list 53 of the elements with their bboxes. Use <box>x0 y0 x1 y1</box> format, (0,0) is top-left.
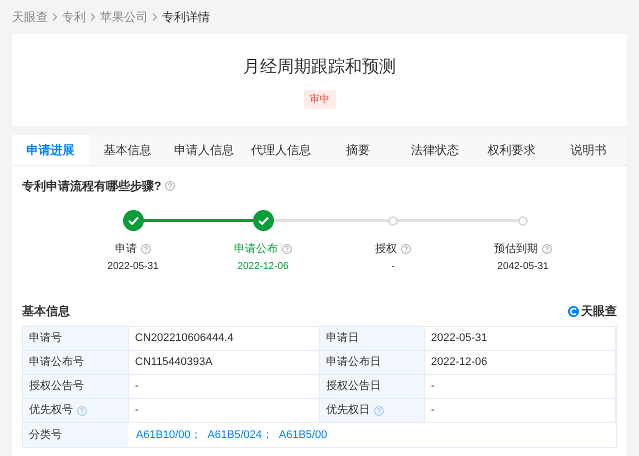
tab[interactable]: 代理人信息 <box>242 135 320 165</box>
logo-icon <box>568 306 579 316</box>
logo-text: 天眼查 <box>581 303 617 320</box>
step-label: 授权 <box>375 242 397 257</box>
chevron-icon <box>52 13 58 21</box>
field-label: 分类号 <box>29 428 62 443</box>
step-label: 申请 <box>115 242 137 257</box>
tab[interactable]: 权利要求 <box>473 135 550 165</box>
step-date: 2022-05-31 <box>107 260 159 274</box>
section-heading: 基本信息 <box>22 303 70 320</box>
classification-link[interactable]: A61B10/00； <box>136 426 202 444</box>
field-label: 申请日 <box>326 331 359 346</box>
help-icon[interactable] <box>542 244 552 254</box>
classification-link[interactable]: A61B5/00 <box>278 426 328 444</box>
classification-link[interactable]: A61B5/024； <box>207 426 273 444</box>
help-icon[interactable] <box>77 406 87 416</box>
help-icon[interactable] <box>141 244 151 254</box>
step-date: - <box>391 260 395 274</box>
tab[interactable]: 法律状态 <box>396 135 474 165</box>
step-date: 2042-05-31 <box>497 260 549 274</box>
field-value: - <box>431 403 435 418</box>
field-label: 授权公告号 <box>29 378 84 394</box>
field-value: CN115440393A <box>135 355 212 370</box>
help-icon[interactable] <box>282 244 292 254</box>
tab[interactable]: 说明书 <box>550 135 627 165</box>
field-label: 申请号 <box>29 331 62 346</box>
field-value: 2022-05-31 <box>431 331 488 346</box>
patent-title: 月经周期跟踪和预测 <box>243 56 396 78</box>
field-label: 申请公布号 <box>29 355 84 370</box>
field-value: - <box>135 379 139 394</box>
step-label: 申请公布 <box>234 242 278 257</box>
chevron-icon <box>90 13 96 21</box>
step-label: 预估到期 <box>494 242 538 257</box>
status-badge: 审中 <box>304 90 336 108</box>
help-icon[interactable] <box>374 406 384 416</box>
breadcrumb-item: 专利详情 <box>162 9 210 26</box>
field-value: - <box>135 403 139 418</box>
tab[interactable]: 申请人信息 <box>166 135 243 165</box>
tab[interactable]: 基本信息 <box>88 135 166 165</box>
field-label: 优先权日 <box>326 403 370 418</box>
field-value: - <box>431 379 435 394</box>
step-date: 2022-12-06 <box>237 260 289 274</box>
section-heading: 专利申请流程有哪些步骤? <box>22 178 162 195</box>
chevron-icon <box>152 13 158 21</box>
field-label: 优先权号 <box>29 403 73 418</box>
field-value: 2022-12-06 <box>431 355 488 370</box>
tab[interactable]: 申请进展 <box>12 135 89 165</box>
help-icon[interactable] <box>401 244 411 254</box>
tab[interactable]: 摘要 <box>320 135 396 165</box>
help-icon[interactable] <box>165 181 176 191</box>
field-value: CN202210606444.4 <box>135 331 234 346</box>
field-label: 申请公布日 <box>326 355 381 370</box>
field-label: 授权公告日 <box>326 378 381 394</box>
